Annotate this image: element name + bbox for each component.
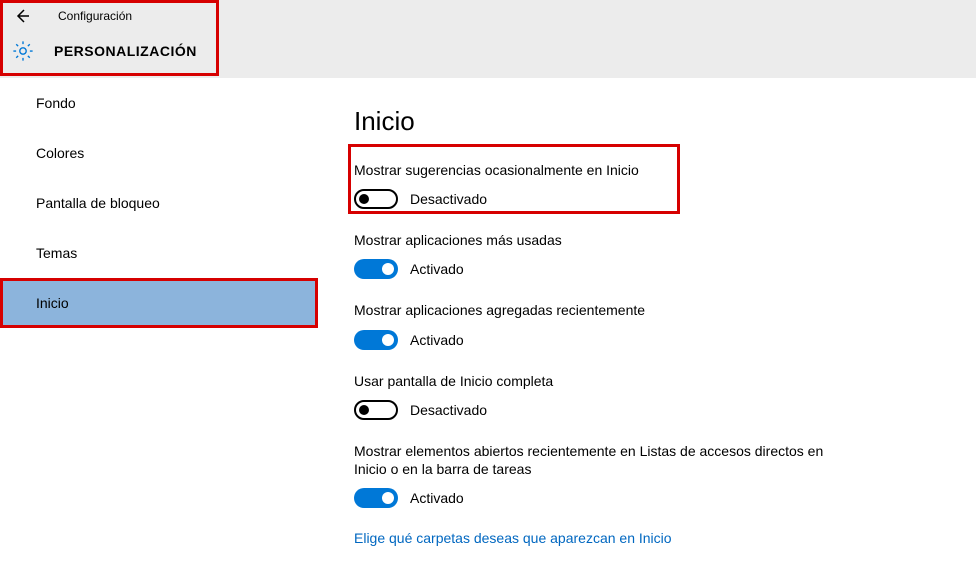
header: Configuración PERSONALIZACIÓN — [0, 0, 976, 78]
content: Inicio Mostrar sugerencias ocasionalment… — [318, 78, 976, 563]
toggle-recently-added[interactable] — [354, 330, 398, 350]
sidebar: Fondo Colores Pantalla de bloqueo Temas … — [0, 78, 318, 563]
sidebar-item-label: Pantalla de bloqueo — [36, 195, 160, 211]
setting-fullscreen: Usar pantalla de Inicio completa Desacti… — [354, 372, 940, 420]
setting-most-used: Mostrar aplicaciones más usadas Activado — [354, 231, 940, 279]
sidebar-item-temas[interactable]: Temas — [0, 228, 318, 278]
setting-label: Mostrar aplicaciones agregadas recientem… — [354, 301, 940, 319]
setting-label: Mostrar elementos abiertos recientemente… — [354, 442, 834, 478]
toggle-suggestions[interactable] — [354, 189, 398, 209]
sidebar-item-label: Temas — [36, 245, 77, 261]
sidebar-item-label: Inicio — [36, 295, 69, 311]
toggle-state-text: Desactivado — [410, 402, 487, 418]
link-choose-folders[interactable]: Elige qué carpetas deseas que aparezcan … — [354, 530, 940, 546]
sidebar-item-fondo[interactable]: Fondo — [0, 78, 318, 128]
toggle-jump-lists[interactable] — [354, 488, 398, 508]
setting-label: Usar pantalla de Inicio completa — [354, 372, 940, 390]
toggle-state-text: Activado — [410, 332, 464, 348]
sidebar-item-label: Fondo — [36, 95, 76, 111]
back-arrow-icon[interactable] — [12, 6, 32, 26]
sidebar-item-label: Colores — [36, 145, 84, 161]
setting-suggestions: Mostrar sugerencias ocasionalmente en In… — [354, 161, 940, 209]
toggle-state-text: Desactivado — [410, 191, 487, 207]
toggle-state-text: Activado — [410, 261, 464, 277]
setting-label: Mostrar sugerencias ocasionalmente en In… — [354, 161, 940, 179]
setting-jump-lists: Mostrar elementos abiertos recientemente… — [354, 442, 940, 508]
page-title: Inicio — [354, 106, 940, 137]
sidebar-item-colores[interactable]: Colores — [0, 128, 318, 178]
sidebar-item-inicio[interactable]: Inicio — [0, 278, 318, 328]
toggle-state-text: Activado — [410, 490, 464, 506]
gear-icon — [12, 40, 34, 62]
config-label: Configuración — [58, 9, 132, 23]
section-title: PERSONALIZACIÓN — [54, 43, 197, 59]
toggle-most-used[interactable] — [354, 259, 398, 279]
setting-label: Mostrar aplicaciones más usadas — [354, 231, 940, 249]
setting-recently-added: Mostrar aplicaciones agregadas recientem… — [354, 301, 940, 349]
sidebar-item-pantalla-bloqueo[interactable]: Pantalla de bloqueo — [0, 178, 318, 228]
toggle-fullscreen[interactable] — [354, 400, 398, 420]
